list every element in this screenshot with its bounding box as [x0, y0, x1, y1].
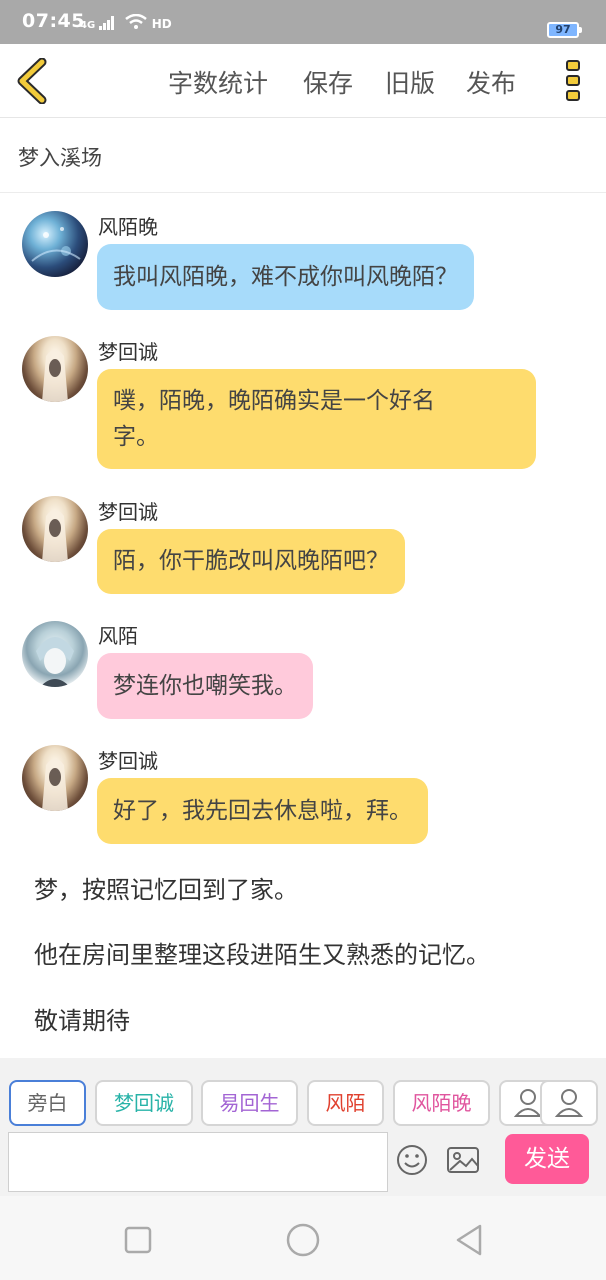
triangle-back-icon: [456, 1224, 482, 1256]
avatar[interactable]: [22, 496, 88, 562]
status-bar: 07:45 4G HD 97: [0, 0, 606, 44]
avatar[interactable]: [22, 745, 88, 811]
recents-button[interactable]: [124, 1226, 152, 1258]
circle-icon: [286, 1223, 320, 1257]
chapter-title[interactable]: 梦入溪场: [18, 142, 102, 172]
network-indicator: 4G HD: [80, 13, 172, 31]
narration-text[interactable]: 梦，按照记忆回到了家。: [34, 870, 298, 905]
more-dot-icon: [566, 90, 580, 101]
more-dot-icon: [566, 60, 580, 71]
hooded-figure-avatar-icon: [42, 759, 68, 811]
battery-indicator: 97: [547, 22, 582, 38]
more-menu-button[interactable]: [562, 56, 584, 106]
square-icon: [124, 1226, 152, 1254]
sender-name: 梦回诚: [98, 340, 158, 364]
image-button[interactable]: [446, 1144, 480, 1176]
composer-panel: 旁白 梦回诚 易回生 风陌 风陌晚 发送: [0, 1058, 606, 1196]
status-time: 07:45: [22, 10, 85, 32]
hooded-figure-avatar-icon: [42, 350, 68, 402]
image-icon: [447, 1147, 479, 1173]
send-button[interactable]: 发送: [505, 1134, 589, 1184]
word-count-button[interactable]: 字数统计: [168, 64, 268, 100]
message-text: 好了，我先回去休息啦，拜。: [113, 798, 412, 824]
back-nav-button[interactable]: [454, 1223, 484, 1261]
hd-label: HD: [151, 17, 172, 31]
message-text: 陌，你干脆改叫风晚陌吧？: [113, 548, 389, 574]
sender-name: 风陌晚: [98, 215, 158, 239]
battery-level: 97: [555, 23, 571, 36]
chevron-left-icon: [17, 57, 47, 105]
message-bubble[interactable]: 好了，我先回去休息啦，拜。: [97, 778, 428, 844]
network-type: 4G: [80, 20, 96, 31]
user-icon: [554, 1089, 584, 1117]
chapter-header: 梦入溪场: [0, 118, 606, 193]
message-bubble[interactable]: 噗，陌晚，晚陌确实是一个好名 字。: [97, 369, 536, 469]
galaxy-avatar-icon: [31, 227, 81, 262]
message-text: 字。: [113, 424, 159, 450]
system-nav-bar: [0, 1196, 606, 1280]
message-bubble[interactable]: 梦连你也嘲笑我。: [97, 653, 313, 719]
boy-avatar-icon: [36, 637, 74, 687]
character-yihuisheng[interactable]: 易回生: [201, 1080, 298, 1126]
add-character-button[interactable]: [540, 1080, 598, 1126]
sender-name: 梦回诚: [98, 749, 158, 773]
message-bubble[interactable]: 我叫风陌晚，难不成你叫风晚陌？: [97, 244, 474, 310]
emoji-button[interactable]: [396, 1144, 428, 1176]
back-button[interactable]: [14, 57, 54, 105]
avatar[interactable]: [22, 336, 88, 402]
message-input[interactable]: [8, 1132, 388, 1192]
top-toolbar: 字数统计 保存 旧版 发布: [0, 44, 606, 118]
message-text: 梦连你也嘲笑我。: [113, 673, 297, 699]
avatar[interactable]: [22, 211, 88, 277]
message-bubble[interactable]: 陌，你干脆改叫风晚陌吧？: [97, 529, 405, 594]
signal-icon: [99, 16, 115, 30]
home-button[interactable]: [286, 1223, 320, 1261]
character-narrator[interactable]: 旁白: [9, 1080, 86, 1126]
message-text: 噗，陌晚，晚陌确实是一个好名: [113, 388, 435, 414]
character-menghuicheng[interactable]: 梦回诚: [95, 1080, 193, 1126]
avatar[interactable]: [22, 621, 88, 687]
narration-text[interactable]: 敬请期待: [34, 1001, 130, 1036]
wifi-icon: [124, 13, 147, 29]
smiley-icon: [397, 1145, 427, 1175]
more-dot-icon: [566, 75, 580, 86]
character-fengmo[interactable]: 风陌: [307, 1080, 384, 1126]
character-fengmowan[interactable]: 风陌晚: [393, 1080, 490, 1126]
sender-name: 梦回诚: [98, 500, 158, 524]
narration-text[interactable]: 他在房间里整理这段进陌生又熟悉的记忆。: [34, 935, 490, 970]
old-version-button[interactable]: 旧版: [385, 64, 435, 100]
sender-name: 风陌: [98, 624, 138, 648]
message-text: 我叫风陌晚，难不成你叫风晚陌？: [113, 264, 458, 290]
hooded-figure-avatar-icon: [42, 510, 68, 562]
save-button[interactable]: 保存: [303, 64, 353, 100]
publish-button[interactable]: 发布: [466, 64, 516, 100]
